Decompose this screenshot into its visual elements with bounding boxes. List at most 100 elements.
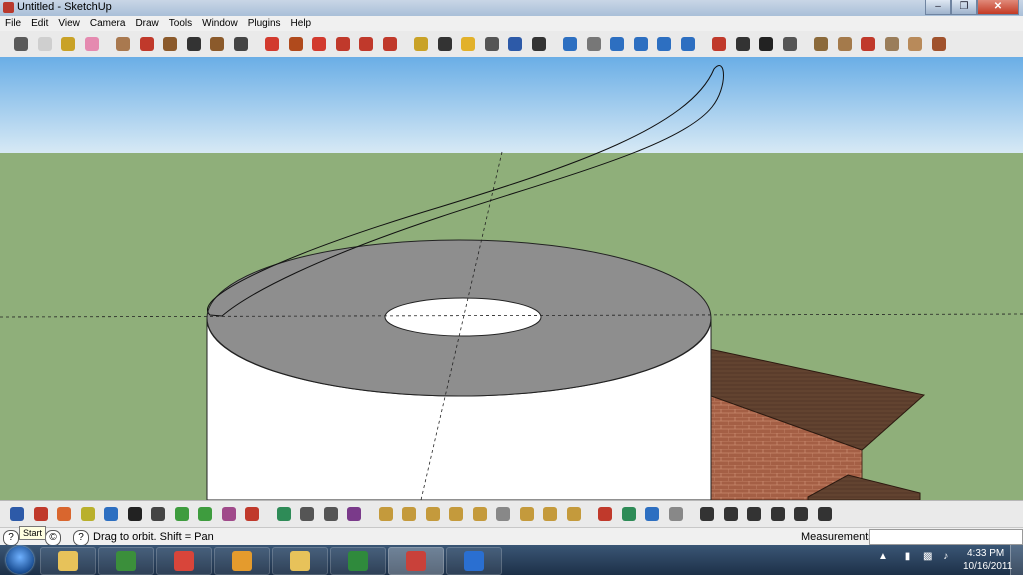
line-icon[interactable] — [138, 35, 156, 53]
follow-me-icon[interactable] — [334, 35, 352, 53]
hand-icon[interactable] — [126, 505, 144, 523]
pencil-icon[interactable] — [79, 505, 97, 523]
double-chevron-icon[interactable] — [667, 505, 685, 523]
menu-draw[interactable]: Draw — [130, 16, 163, 31]
position-camera-icon[interactable] — [710, 35, 728, 53]
extrude-icon[interactable] — [620, 505, 638, 523]
menu-edit[interactable]: Edit — [26, 16, 53, 31]
menu-plugins[interactable]: Plugins — [243, 16, 286, 31]
rewind-icon[interactable] — [298, 505, 316, 523]
help-icon[interactable]: ? — [73, 530, 89, 546]
menu-camera[interactable]: Camera — [85, 16, 131, 31]
rotate-icon[interactable] — [102, 505, 120, 523]
play-icon[interactable] — [275, 505, 293, 523]
menu-tools[interactable]: Tools — [164, 16, 197, 31]
modeling-viewport[interactable] — [0, 57, 1023, 500]
house-view-2-icon[interactable] — [722, 505, 740, 523]
offset-icon[interactable] — [55, 505, 73, 523]
make-component-icon[interactable] — [36, 35, 54, 53]
magic-wand-icon[interactable] — [220, 505, 238, 523]
eraser-icon[interactable] — [83, 35, 101, 53]
plate-icon[interactable] — [494, 505, 512, 523]
media-player-taskbar-button[interactable] — [98, 547, 154, 575]
sphere-icon[interactable] — [149, 505, 167, 523]
dimension-icon[interactable] — [436, 35, 454, 53]
look-around-icon[interactable] — [734, 35, 752, 53]
zoom-extents-icon[interactable] — [655, 35, 673, 53]
pan-icon[interactable] — [585, 35, 603, 53]
select-icon[interactable] — [12, 35, 30, 53]
preview-google-earth-icon[interactable] — [906, 35, 924, 53]
3d-text-icon[interactable] — [530, 35, 548, 53]
google-earth-taskbar-button[interactable] — [446, 547, 502, 575]
rotate-icon[interactable] — [310, 35, 328, 53]
chrome-taskbar-button[interactable] — [156, 547, 212, 575]
measurements-input[interactable] — [869, 529, 1023, 545]
scissors-icon[interactable] — [243, 505, 261, 523]
rectangle-icon[interactable] — [114, 35, 132, 53]
network-icon[interactable]: ▩ — [923, 551, 932, 562]
pause-icon[interactable] — [322, 505, 340, 523]
toggle-terrain-icon[interactable] — [930, 35, 948, 53]
menu-view[interactable]: View — [53, 16, 85, 31]
dome-icon[interactable] — [400, 505, 418, 523]
maximize-button[interactable]: ❐ — [951, 0, 977, 15]
tape-measure-icon[interactable] — [412, 35, 430, 53]
folder-taskbar-button[interactable] — [272, 547, 328, 575]
polygon-icon[interactable] — [208, 35, 226, 53]
show-desktop-button[interactable] — [1010, 545, 1023, 575]
share-model-icon[interactable] — [836, 35, 854, 53]
torus-icon[interactable] — [518, 505, 536, 523]
share-component-icon[interactable] — [859, 35, 877, 53]
circle-icon[interactable] — [161, 35, 179, 53]
outlook-taskbar-button[interactable] — [214, 547, 270, 575]
arc-icon[interactable] — [185, 35, 203, 53]
house-view-6-icon[interactable] — [816, 505, 834, 523]
house-view-1-icon[interactable] — [698, 505, 716, 523]
menu-file[interactable]: File — [0, 16, 26, 31]
file-explorer-taskbar-button[interactable] — [40, 547, 96, 575]
scene-canvas[interactable] — [0, 57, 1023, 500]
volume-icon[interactable]: ♪ — [943, 551, 948, 562]
geo-location-icon[interactable]: ? — [3, 530, 19, 546]
house-view-4-icon[interactable] — [769, 505, 787, 523]
tube-icon[interactable] — [471, 505, 489, 523]
minimize-button[interactable]: – — [925, 0, 951, 15]
cone-icon[interactable] — [447, 505, 465, 523]
axes-icon[interactable] — [506, 35, 524, 53]
move-icon[interactable] — [263, 35, 281, 53]
credits-icon[interactable]: © — [45, 530, 61, 546]
zoom-window-icon[interactable] — [632, 35, 650, 53]
get-models-icon[interactable] — [812, 35, 830, 53]
power-icon[interactable]: ▮ — [905, 551, 911, 562]
menu-window[interactable]: Window — [197, 16, 243, 31]
clock-date[interactable]: 10/16/2011 — [963, 561, 1012, 572]
orbit-icon[interactable] — [561, 35, 579, 53]
show-hidden-icons-icon[interactable]: ▲ — [878, 551, 888, 562]
clock-time[interactable]: 4:33 PM — [967, 548, 1004, 559]
walk-icon[interactable] — [757, 35, 775, 53]
freehand-icon[interactable] — [232, 35, 250, 53]
orbit-icon[interactable] — [8, 505, 26, 523]
scale-icon[interactable] — [357, 35, 375, 53]
helix-icon[interactable] — [541, 505, 559, 523]
k-icon[interactable] — [643, 505, 661, 523]
sketchup-taskbar-button[interactable] — [388, 547, 444, 575]
menu-help[interactable]: Help — [286, 16, 317, 31]
section-plane-icon[interactable] — [781, 35, 799, 53]
house-view-3-icon[interactable] — [745, 505, 763, 523]
spring-icon[interactable] — [196, 505, 214, 523]
line-icon[interactable] — [32, 505, 50, 523]
excel-taskbar-button[interactable] — [330, 547, 386, 575]
paint-bucket-icon[interactable] — [59, 35, 77, 53]
dome-arrow-icon[interactable] — [565, 505, 583, 523]
record-icon[interactable] — [596, 505, 614, 523]
photo-textures-icon[interactable] — [883, 35, 901, 53]
house-view-5-icon[interactable] — [792, 505, 810, 523]
cylinder-icon[interactable] — [424, 505, 442, 523]
cubes-icon[interactable] — [345, 505, 363, 523]
previous-view-icon[interactable] — [679, 35, 697, 53]
push-pull-icon[interactable] — [287, 35, 305, 53]
text-icon[interactable] — [483, 35, 501, 53]
zoom-icon[interactable] — [608, 35, 626, 53]
